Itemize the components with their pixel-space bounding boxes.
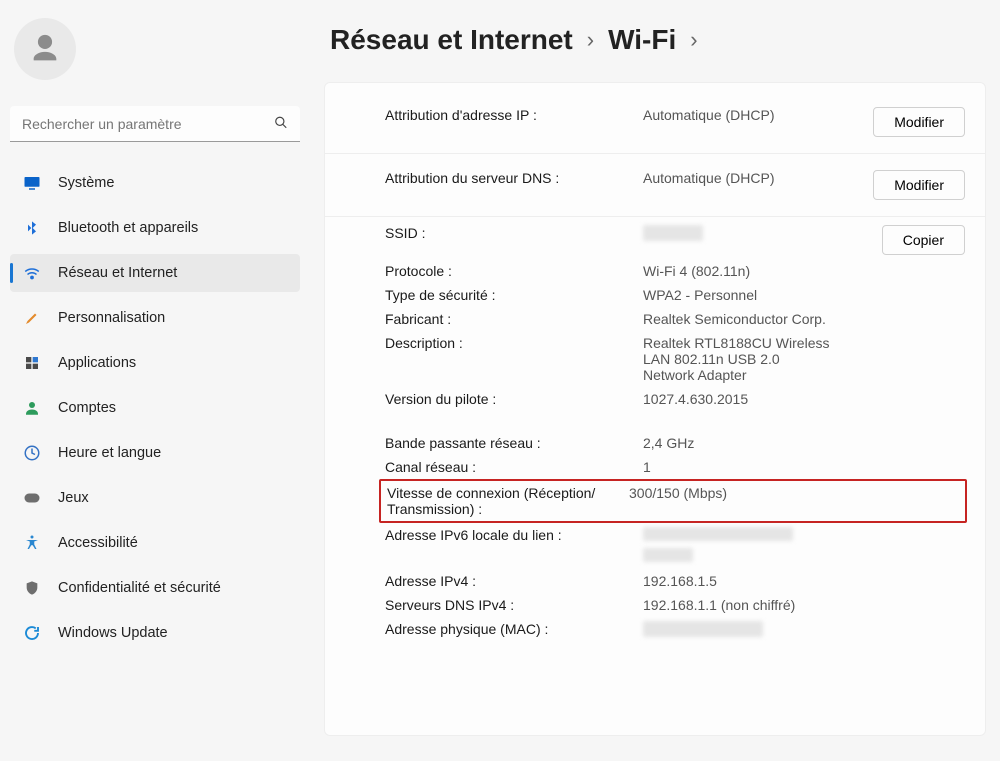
setting-label: Type de sécurité : bbox=[385, 287, 643, 303]
setting-label: Protocole : bbox=[385, 263, 643, 279]
setting-value-redacted bbox=[643, 527, 833, 565]
setting-value-redacted bbox=[643, 621, 833, 640]
sidebar-item-label: Bluetooth et appareils bbox=[58, 220, 198, 236]
shield-icon bbox=[22, 578, 42, 598]
setting-label: Adresse IPv6 locale du lien : bbox=[385, 527, 643, 543]
sidebar-item-label: Heure et langue bbox=[58, 445, 161, 461]
setting-value: 1027.4.630.2015 bbox=[643, 391, 833, 407]
sidebar-item-apps[interactable]: Applications bbox=[10, 344, 300, 382]
chevron-right-icon: › bbox=[587, 27, 594, 53]
sidebar-item-label: Jeux bbox=[58, 490, 89, 506]
sidebar-item-gaming[interactable]: Jeux bbox=[10, 479, 300, 517]
sidebar-item-accessibility[interactable]: Accessibilité bbox=[10, 524, 300, 562]
setting-row-dns-assignment: Attribution du serveur DNS : Automatique… bbox=[325, 158, 985, 212]
setting-label: Description : bbox=[385, 335, 643, 351]
setting-label: Adresse physique (MAC) : bbox=[385, 621, 643, 637]
sidebar-item-label: Accessibilité bbox=[58, 535, 138, 551]
setting-value: Realtek Semiconductor Corp. bbox=[643, 311, 833, 327]
sidebar-item-label: Réseau et Internet bbox=[58, 265, 177, 281]
setting-value: Realtek RTL8188CU Wireless LAN 802.11n U… bbox=[643, 335, 833, 383]
setting-value-redacted bbox=[643, 225, 833, 244]
sidebar-item-label: Windows Update bbox=[58, 625, 168, 641]
setting-value: 192.168.1.5 bbox=[643, 573, 833, 589]
wifi-icon bbox=[22, 263, 42, 283]
sidebar-item-label: Confidentialité et sécurité bbox=[58, 580, 221, 596]
setting-label: Vitesse de connexion (Réception/ Transmi… bbox=[387, 485, 629, 517]
apps-icon bbox=[22, 353, 42, 373]
setting-row-channel: Canal réseau : 1 bbox=[325, 455, 985, 479]
setting-row-dns-ipv4: Serveurs DNS IPv4 : 192.168.1.1 (non chi… bbox=[325, 593, 985, 617]
setting-label: Canal réseau : bbox=[385, 459, 643, 475]
setting-row-speed: Vitesse de connexion (Réception/ Transmi… bbox=[381, 481, 965, 521]
setting-value: 1 bbox=[643, 459, 833, 475]
setting-row-description: Description : Realtek RTL8188CU Wireless… bbox=[325, 331, 985, 387]
setting-value: Wi-Fi 4 (802.11n) bbox=[643, 263, 833, 279]
modify-button[interactable]: Modifier bbox=[873, 170, 965, 200]
breadcrumb-parent[interactable]: Réseau et Internet bbox=[330, 24, 573, 56]
setting-value: Automatique (DHCP) bbox=[643, 107, 833, 123]
brush-icon bbox=[22, 308, 42, 328]
setting-row-vendor: Fabricant : Realtek Semiconductor Corp. bbox=[325, 307, 985, 331]
breadcrumb-current[interactable]: Wi-Fi bbox=[608, 24, 676, 56]
setting-label: Attribution du serveur DNS : bbox=[385, 170, 643, 186]
sidebar-item-bluetooth[interactable]: Bluetooth et appareils bbox=[10, 209, 300, 247]
sidebar: Système Bluetooth et appareils Réseau et… bbox=[0, 0, 310, 761]
bluetooth-icon bbox=[22, 218, 42, 238]
modify-button[interactable]: Modifier bbox=[873, 107, 965, 137]
setting-label: Adresse IPv4 : bbox=[385, 573, 643, 589]
setting-label: Version du pilote : bbox=[385, 391, 643, 407]
copy-button[interactable]: Copier bbox=[882, 225, 965, 255]
search-container bbox=[10, 106, 300, 142]
setting-row-driver: Version du pilote : 1027.4.630.2015 bbox=[325, 387, 985, 411]
search-icon bbox=[274, 116, 288, 133]
sidebar-item-time-language[interactable]: Heure et langue bbox=[10, 434, 300, 472]
sidebar-item-label: Système bbox=[58, 175, 114, 191]
setting-label: Bande passante réseau : bbox=[385, 435, 643, 451]
setting-value: 2,4 GHz bbox=[643, 435, 833, 451]
setting-value: Automatique (DHCP) bbox=[643, 170, 833, 186]
user-icon bbox=[28, 32, 62, 66]
sidebar-item-system[interactable]: Système bbox=[10, 164, 300, 202]
setting-row-mac: Adresse physique (MAC) : bbox=[325, 617, 985, 644]
sidebar-item-label: Applications bbox=[58, 355, 136, 371]
monitor-icon bbox=[22, 173, 42, 193]
setting-row-ip-assignment: Attribution d'adresse IP : Automatique (… bbox=[325, 95, 985, 149]
accessibility-icon bbox=[22, 533, 42, 553]
setting-label: Serveurs DNS IPv4 : bbox=[385, 597, 643, 613]
setting-label: Attribution d'adresse IP : bbox=[385, 107, 643, 123]
sidebar-item-network[interactable]: Réseau et Internet bbox=[10, 254, 300, 292]
setting-label: Fabricant : bbox=[385, 311, 643, 327]
sidebar-item-accounts[interactable]: Comptes bbox=[10, 389, 300, 427]
setting-row-ipv6-local: Adresse IPv6 locale du lien : bbox=[325, 523, 985, 569]
chevron-right-icon: › bbox=[690, 27, 697, 53]
update-icon bbox=[22, 623, 42, 643]
setting-row-security: Type de sécurité : WPA2 - Personnel bbox=[325, 283, 985, 307]
setting-value: 192.168.1.1 (non chiffré) bbox=[643, 597, 833, 613]
sidebar-item-privacy[interactable]: Confidentialité et sécurité bbox=[10, 569, 300, 607]
setting-value: WPA2 - Personnel bbox=[643, 287, 833, 303]
sidebar-item-label: Personnalisation bbox=[58, 310, 165, 326]
sidebar-item-label: Comptes bbox=[58, 400, 116, 416]
sidebar-item-personalization[interactable]: Personnalisation bbox=[10, 299, 300, 337]
setting-row-ssid: SSID : Copier bbox=[325, 221, 985, 259]
globe-clock-icon bbox=[22, 443, 42, 463]
highlighted-row: Vitesse de connexion (Réception/ Transmi… bbox=[379, 479, 967, 523]
main-content: Réseau et Internet › Wi-Fi › Attribution… bbox=[310, 0, 1000, 761]
setting-row-ipv4: Adresse IPv4 : 192.168.1.5 bbox=[325, 569, 985, 593]
settings-panel: Attribution d'adresse IP : Automatique (… bbox=[324, 82, 986, 736]
person-icon bbox=[22, 398, 42, 418]
search-input[interactable] bbox=[10, 106, 300, 142]
setting-row-protocol: Protocole : Wi-Fi 4 (802.11n) bbox=[325, 259, 985, 283]
setting-value: 300/150 (Mbps) bbox=[629, 485, 819, 501]
breadcrumb: Réseau et Internet › Wi-Fi › bbox=[330, 24, 986, 56]
setting-row-band: Bande passante réseau : 2,4 GHz bbox=[325, 431, 985, 455]
sidebar-item-windows-update[interactable]: Windows Update bbox=[10, 614, 300, 652]
setting-label: SSID : bbox=[385, 225, 643, 241]
gamepad-icon bbox=[22, 488, 42, 508]
avatar[interactable] bbox=[14, 18, 76, 80]
